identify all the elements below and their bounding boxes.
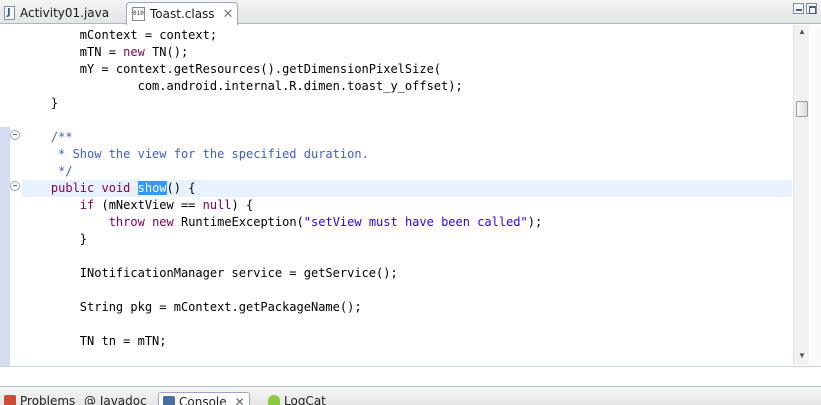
maximize-button[interactable] [806,3,817,14]
vertical-scrollbar[interactable]: ▲ ▼ [793,25,809,365]
tab-problems[interactable]: Problems [4,392,75,405]
android-icon [268,395,280,405]
scroll-down-icon[interactable]: ▼ [798,351,806,360]
code-line: mY = context.getResources().getDimension… [22,62,442,76]
bottom-view-tab-bar: Problems @ Javadoc Console ✕ LogCat [0,386,821,405]
editor-tab-bar: Activity01.java Toast.class ✕ [0,0,821,25]
code-editor[interactable]: mContext = context; mTN = new TN(); mY =… [22,25,792,365]
code-line: /** [22,130,73,144]
tab-javadoc[interactable]: @ Javadoc [84,392,147,405]
code-line: INotificationManager service = getServic… [22,266,398,280]
scrollbar-thumb[interactable] [796,101,808,117]
code-line: } [22,232,88,246]
console-icon [163,395,175,405]
close-icon[interactable]: ✕ [223,7,234,22]
class-file-icon [132,7,145,21]
code-line: mContext = context; [22,28,218,42]
tab-toast-class[interactable]: Toast.class ✕ [126,2,238,25]
close-icon[interactable]: ✕ [235,395,245,405]
tab-label: Toast.class [150,7,215,21]
left-ruler [0,25,12,367]
code-line: mTN = new TN(); [22,45,189,59]
code-line: * Show the view for the specified durati… [22,147,369,161]
quick-diff-bar [0,127,10,367]
fold-toggle-icon[interactable] [10,181,20,191]
code-line: } [22,96,59,110]
tab-console[interactable]: Console ✕ [158,392,250,405]
scroll-up-icon[interactable]: ▲ [798,27,806,36]
tab-activity01-java[interactable]: Activity01.java [0,2,122,24]
tab-label: Activity01.java [20,6,110,20]
code-line: throw new RuntimeException("setView must… [108,215,543,229]
code-line: String pkg = mContext.getPackageName(); [22,300,362,314]
selected-text: show [137,181,167,195]
current-code-line: public void show() { [22,180,792,197]
problems-icon [4,395,16,405]
fold-toggle-icon[interactable] [10,130,20,140]
code-line: TN tn = mTN; [22,334,167,348]
tab-logcat[interactable]: LogCat [268,392,326,405]
code-line: com.android.internal.R.dimen.toast_y_off… [22,79,463,93]
java-file-icon [4,6,15,20]
overview-ruler[interactable] [810,25,821,365]
code-line: if (mNextView == null) { [79,198,254,212]
code-line: */ [22,164,73,178]
editor-bottom-edge [0,366,821,386]
minimize-button[interactable] [793,3,804,14]
